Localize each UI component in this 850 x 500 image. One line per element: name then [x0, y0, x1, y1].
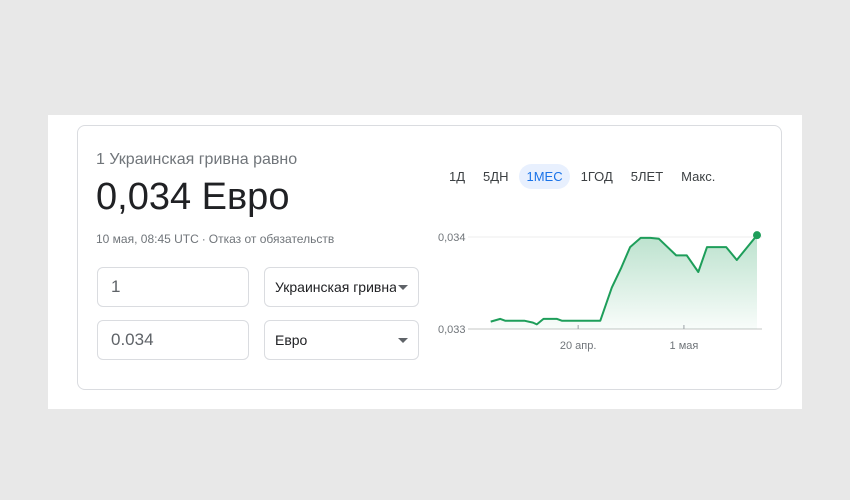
tab-1d[interactable]: 1Д [442, 164, 472, 189]
y-tick-label: 0,034 [438, 232, 466, 244]
conversion-result: 0,034 Евро [96, 176, 290, 218]
rate-info: 10 мая, 08:45 UTC · Отказ от обязательств [96, 232, 334, 246]
timestamp-separator: · [201, 232, 206, 246]
rate-area [490, 235, 757, 329]
conversion-subtitle: 1 Украинская гривна равно [96, 151, 298, 168]
to-amount-input[interactable]: 0.034 [97, 320, 249, 360]
exchange-rate-chart[interactable]: 0,033 0,034 20 апр. 1 мая [436, 216, 768, 366]
to-currency-select[interactable]: Евро [264, 320, 419, 360]
x-tick-label: 20 апр. [560, 340, 597, 352]
disclaimer-link[interactable]: Отказ от обязательств [209, 232, 334, 246]
currency-converter-card: 1 Украинская гривна равно 0,034 Евро 10 … [77, 125, 782, 390]
to-currency-value: Евро [275, 332, 308, 348]
tab-1y[interactable]: 1ГОД [574, 164, 620, 189]
dropdown-arrow-icon [398, 284, 408, 290]
from-currency-value: Украинская гривна [275, 279, 396, 295]
from-currency-select[interactable]: Украинская гривна [264, 267, 419, 307]
tab-5d[interactable]: 5ДН [476, 164, 515, 189]
tab-1m[interactable]: 1МЕС [519, 164, 570, 189]
y-tick-label: 0,033 [438, 324, 466, 336]
panel: 1 Украинская гривна равно 0,034 Евро 10 … [48, 115, 802, 409]
tab-5y[interactable]: 5ЛЕТ [624, 164, 670, 189]
rate-timestamp: 10 мая, 08:45 UTC [96, 232, 199, 246]
from-amount-value: 1 [111, 277, 121, 296]
to-amount-value: 0.034 [111, 330, 154, 349]
dropdown-arrow-icon [398, 337, 408, 343]
from-amount-input[interactable]: 1 [97, 267, 249, 307]
range-tabs: 1Д 5ДН 1МЕС 1ГОД 5ЛЕТ Макс. [442, 164, 722, 189]
current-rate-dot [753, 231, 761, 240]
tab-max[interactable]: Макс. [674, 164, 722, 189]
x-tick-label: 1 мая [670, 340, 699, 352]
